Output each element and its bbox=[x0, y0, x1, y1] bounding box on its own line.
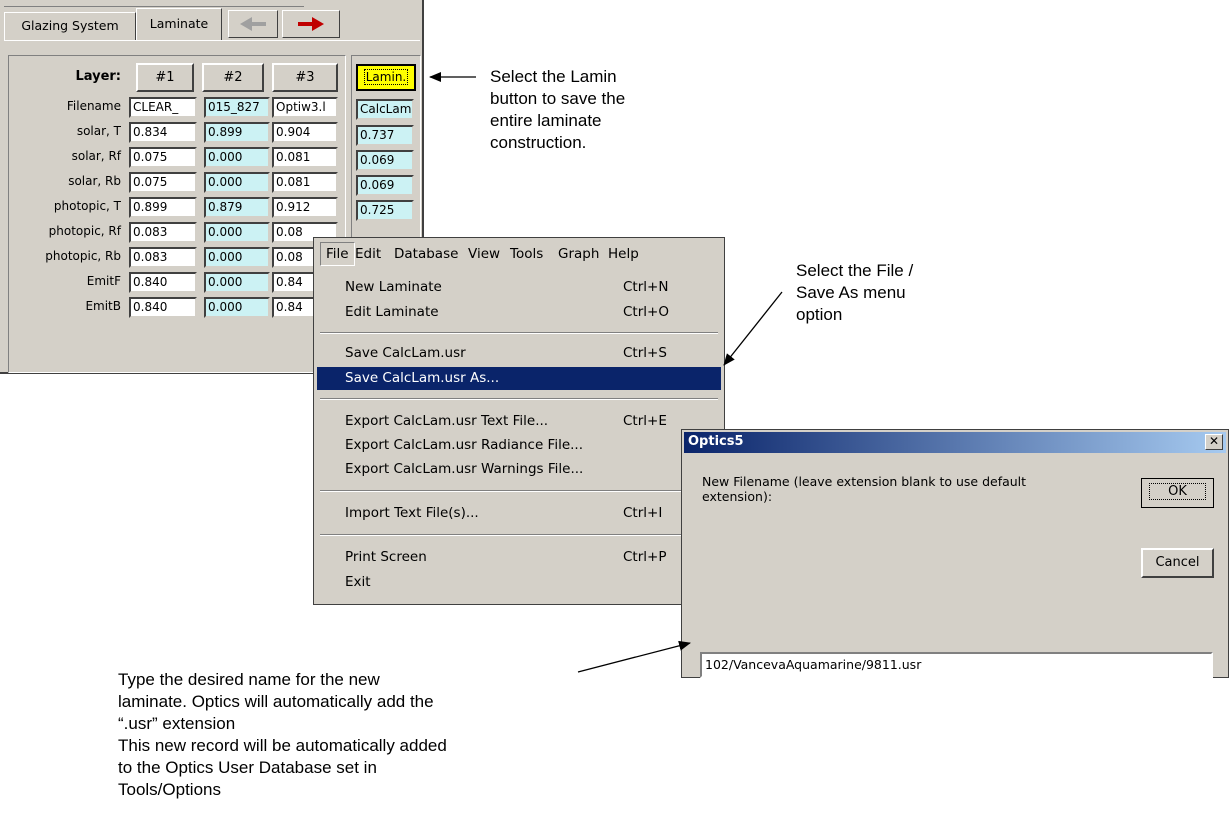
filename-callout-arrow bbox=[577, 640, 691, 673]
callout-arrows bbox=[429, 72, 783, 673]
save-as-callout-arrow bbox=[723, 291, 783, 366]
